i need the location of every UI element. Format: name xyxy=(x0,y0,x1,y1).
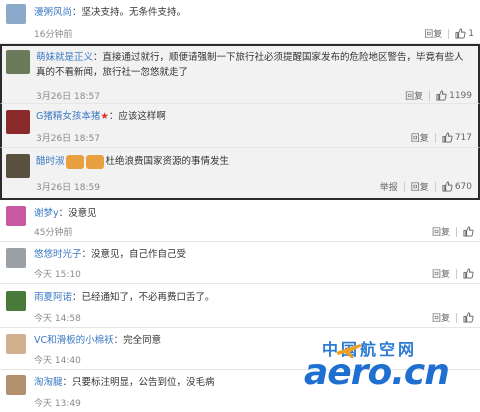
avatar[interactable] xyxy=(6,110,30,134)
comment-body: ：应该这样啊 xyxy=(108,111,166,122)
avatar[interactable] xyxy=(6,375,26,395)
watermark-logo: 中国航空网 aero.cn xyxy=(304,336,474,406)
thumbs-up-icon xyxy=(442,132,453,143)
comment-item: G猪精女孩本猪★：应该这样啊 3月26日 18:57 回复 717 xyxy=(0,104,480,148)
timestamp: 3月26日 18:59 xyxy=(36,183,100,193)
thumbs-up-icon xyxy=(436,90,447,101)
thumbs-up-icon xyxy=(463,226,474,237)
timestamp: 3月26日 18:57 xyxy=(36,92,100,102)
avatar[interactable] xyxy=(6,334,26,354)
divider xyxy=(429,90,431,101)
divider xyxy=(456,268,457,279)
thumbs-up-icon xyxy=(455,28,466,39)
reply-button[interactable]: 回复 xyxy=(405,89,423,102)
username-link[interactable]: 雨夏阿诺 xyxy=(34,292,72,303)
comment-body: ：没意见 xyxy=(58,208,97,219)
avatar[interactable] xyxy=(6,50,30,74)
username-link[interactable]: 醋时淑 xyxy=(36,156,65,167)
avatar[interactable] xyxy=(6,206,26,226)
timestamp: 今天 13:49 xyxy=(34,399,81,409)
comment-actions: 回复 xyxy=(432,311,474,324)
timestamp: 今天 14:58 xyxy=(34,314,81,324)
thumbs-up-emoji xyxy=(65,154,84,169)
timestamp: 16分钟前 xyxy=(34,30,73,40)
comment-text: G猪精女孩本猪★：应该这样啊 xyxy=(36,109,468,124)
comment-text: 萌妹就是正义：直接通过就行，顺便请强制一下旅行社必须提醒国家发布的危险地区警告，… xyxy=(36,50,464,80)
divider xyxy=(456,226,457,237)
avatar[interactable] xyxy=(6,248,26,268)
timestamp: 3月26日 18:57 xyxy=(36,134,100,144)
comment-body: ：直接通过就行，顺便请强制一下旅行社必须提醒国家发布的危险地区警告，毕竟有些人真… xyxy=(36,52,464,78)
divider xyxy=(456,312,457,323)
divider xyxy=(434,132,436,143)
thumbs-up-icon xyxy=(442,181,453,192)
comment-actions: 回复 xyxy=(432,225,474,238)
comment-body: ：只要标注明显，公告到位，没毛病 xyxy=(62,377,215,388)
comment-actions: 回复 1 xyxy=(424,27,474,40)
like-button[interactable]: 717 xyxy=(442,132,472,143)
reply-button[interactable]: 回复 xyxy=(432,267,450,280)
avatar[interactable] xyxy=(6,291,26,311)
comment-body: ：完全同意 xyxy=(113,335,162,346)
timestamp: 今天 15:10 xyxy=(34,270,81,280)
comment-text: 雨夏阿诺：已经通知了，不必再费口舌了。 xyxy=(34,290,470,305)
like-button[interactable] xyxy=(463,268,474,279)
comment-item: 萌妹就是正义：直接通过就行，顺便请强制一下旅行社必须提醒国家发布的危险地区警告，… xyxy=(0,44,480,104)
comment-text: 漫粥风尚：坚决支持。无条件支持。 xyxy=(34,5,470,20)
comment-body: 杜绝浪费国家资源的事情发生 xyxy=(105,156,230,167)
thumbs-up-icon xyxy=(463,268,474,279)
like-button[interactable]: 1 xyxy=(455,28,474,39)
timestamp: 今天 14:40 xyxy=(34,356,81,366)
like-count: 1 xyxy=(468,28,474,39)
comment-body: ：已经通知了，不必再费口舌了。 xyxy=(72,292,215,303)
like-count: 670 xyxy=(454,181,472,192)
comment-actions: 回复 1199 xyxy=(405,89,472,102)
timestamp: 45分钟前 xyxy=(34,228,73,238)
username-link[interactable]: G猪精女孩本猪 xyxy=(36,111,100,122)
reply-button[interactable]: 回复 xyxy=(432,225,450,238)
like-button[interactable] xyxy=(463,312,474,323)
comment-item: 谢梦y：没意见 45分钟前 回复 xyxy=(0,200,480,242)
comment-item: 漫粥风尚：坚决支持。无条件支持。 16分钟前 回复 1 xyxy=(0,0,480,44)
avatar[interactable] xyxy=(6,4,26,24)
reply-button[interactable]: 回复 xyxy=(411,131,429,144)
username-link[interactable]: 淘淘腱 xyxy=(34,377,63,388)
comment-actions: 回复 717 xyxy=(411,131,472,144)
comment-body: ：坚决支持。无条件支持。 xyxy=(72,7,187,18)
avatar[interactable] xyxy=(6,154,30,178)
username-link[interactable]: 悠悠时光子 xyxy=(34,249,82,260)
comment-feed: 漫粥风尚：坚决支持。无条件支持。 16分钟前 回复 1 萌妹就是正义：直接通过就… xyxy=(0,0,480,412)
comment-body: ：没意见，自己作自己受 xyxy=(81,249,187,260)
like-button[interactable] xyxy=(463,226,474,237)
comment-text: 醋时淑 杜绝浪费国家资源的事情发生 xyxy=(36,154,468,169)
divider xyxy=(403,181,405,192)
comment-item: 雨夏阿诺：已经通知了，不必再费口舌了。 今天 14:58 回复 xyxy=(0,284,480,328)
comment-actions: 回复 xyxy=(432,267,474,280)
comment-text: 谢梦y：没意见 xyxy=(34,206,470,221)
like-count: 1199 xyxy=(449,90,472,101)
comment-text: 悠悠时光子：没意见，自己作自己受 xyxy=(34,247,470,262)
like-button[interactable]: 1199 xyxy=(436,90,472,101)
thumbs-up-emoji xyxy=(85,154,104,169)
comment-item: 悠悠时光子：没意见，自己作自己受 今天 15:10 回复 xyxy=(0,242,480,284)
username-link[interactable]: 谢梦y xyxy=(34,208,59,219)
username-link[interactable]: VC和滑板的小棉袄 xyxy=(34,335,114,346)
reply-button[interactable]: 回复 xyxy=(424,27,442,40)
username-link[interactable]: 萌妹就是正义 xyxy=(36,52,93,63)
watermark-en-text: aero.cn xyxy=(304,352,450,393)
divider xyxy=(448,28,450,39)
reply-button[interactable]: 回复 xyxy=(432,311,450,324)
airplane-icon xyxy=(336,344,362,358)
reply-button[interactable]: 回复 xyxy=(411,180,429,193)
username-link[interactable]: 漫粥风尚 xyxy=(34,7,72,18)
like-count: 717 xyxy=(454,132,472,143)
like-button[interactable]: 670 xyxy=(442,181,472,192)
star-icon: ★ xyxy=(100,111,109,122)
divider xyxy=(434,181,436,192)
comment-actions: 举报 回复 670 xyxy=(380,180,472,193)
comment-item: 醋时淑 杜绝浪费国家资源的事情发生 3月26日 18:59 举报 回复 670 xyxy=(0,148,480,200)
report-button[interactable]: 举报 xyxy=(380,180,398,193)
thumbs-up-icon xyxy=(463,312,474,323)
